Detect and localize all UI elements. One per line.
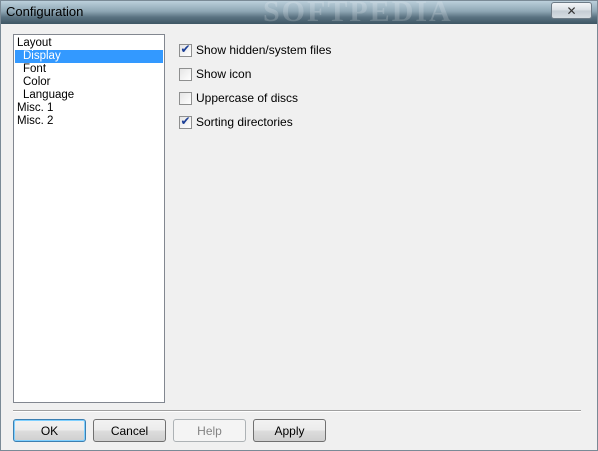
tree-item-color[interactable]: Color [23,76,50,89]
sorting-directories-label: Sorting directories [196,115,293,129]
close-icon: ✕ [566,3,577,18]
tree-item-layout[interactable]: Layout [17,37,52,50]
check-icon: ✔ [180,41,191,56]
help-button[interactable]: Help [173,419,246,442]
check-icon: ✔ [180,113,191,128]
button-separator [13,410,581,412]
uppercase-discs-label: Uppercase of discs [196,91,299,105]
show-icon-label: Show icon [196,67,252,81]
softpedia-watermark: SOFTPEDIA [263,1,453,24]
option-show-hidden-system-files[interactable]: ✔ Show hidden/system files [179,42,331,58]
close-button[interactable]: ✕ [551,2,592,19]
uppercase-discs-checkbox[interactable] [179,91,192,105]
tree-item-display[interactable]: Display [15,50,163,63]
option-sorting-directories[interactable]: ✔ Sorting directories [179,114,293,130]
cancel-button[interactable]: Cancel [93,419,166,442]
tree-item-misc-2[interactable]: Misc. 2 [17,115,53,128]
show-hidden-checkbox[interactable]: ✔ [179,41,192,57]
option-show-icon[interactable]: Show icon [179,66,251,82]
show-icon-checkbox[interactable] [179,67,192,81]
title-bar[interactable]: SOFTPEDIA Configuration ✕ [1,1,597,24]
tree-item-misc-1[interactable]: Misc. 1 [17,102,53,115]
ok-button[interactable]: OK [13,419,86,442]
tree-item-font[interactable]: Font [23,63,46,76]
sorting-directories-checkbox[interactable]: ✔ [179,113,192,129]
option-uppercase-of-discs[interactable]: Uppercase of discs [179,90,298,106]
window-title: Configuration [6,4,84,19]
tree-item-language[interactable]: Language [23,89,74,102]
configuration-window: SOFTPEDIA Configuration ✕ Layout Display… [0,0,598,451]
show-hidden-label: Show hidden/system files [196,43,332,57]
apply-button[interactable]: Apply [253,419,326,442]
category-tree[interactable]: Layout Display Font Color Language Misc.… [13,34,165,403]
